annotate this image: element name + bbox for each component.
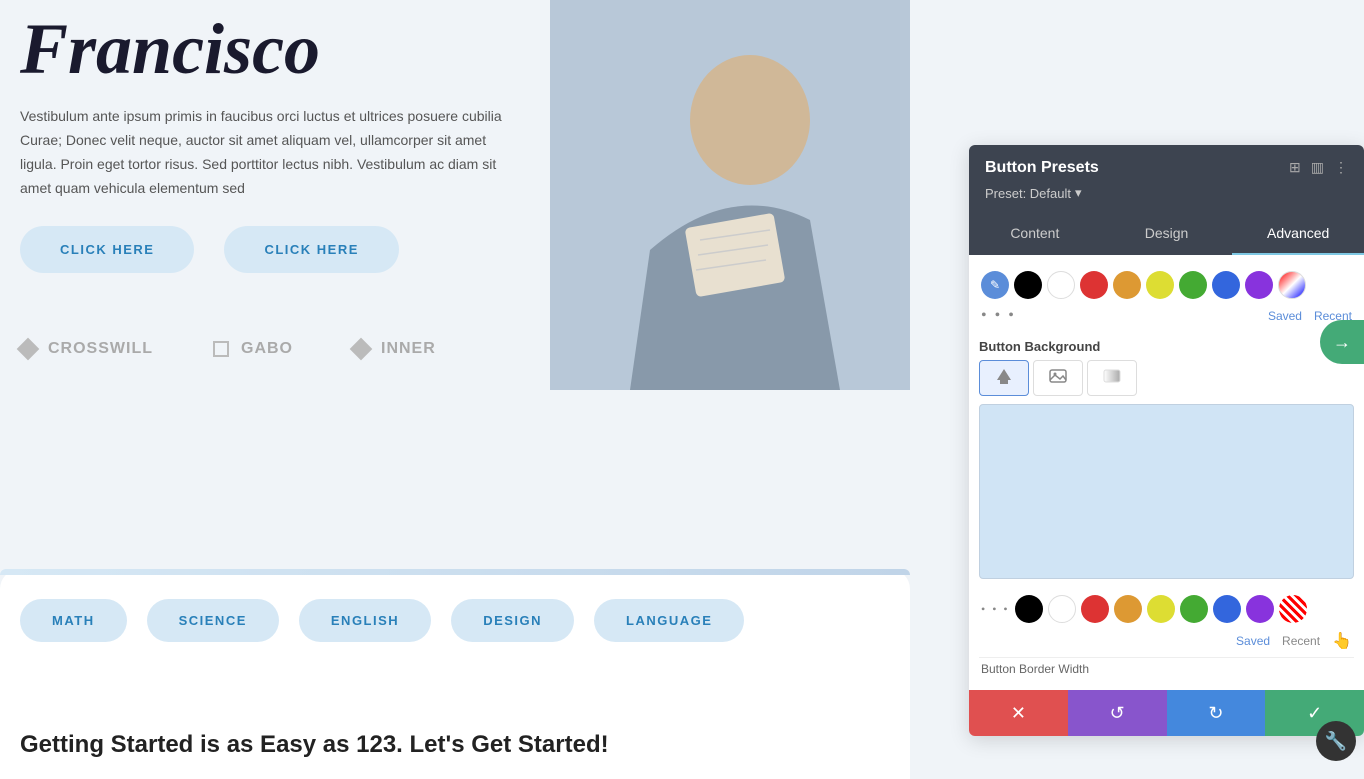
color-red-bottom[interactable] [1081, 595, 1109, 623]
color-red-top[interactable] [1080, 271, 1108, 299]
color-green-top[interactable] [1179, 271, 1207, 299]
gradient-icon [1102, 366, 1122, 391]
cancel-btn[interactable]: ✕ [969, 690, 1068, 736]
logo-inner-text: INNER [381, 340, 436, 358]
color-purple-top[interactable] [1245, 271, 1273, 299]
undo-btn[interactable]: ↺ [1068, 690, 1167, 736]
panel-title: Button Presets [985, 159, 1099, 177]
saved-label-top[interactable]: Saved [1268, 309, 1302, 323]
saved-recent-labels-bottom: Saved Recent 👆 [1236, 631, 1352, 651]
logo-crosswill: CROSSWILL [20, 340, 153, 358]
more-icon[interactable]: ⋮ [1334, 160, 1348, 177]
tags-container: MATH SCIENCE ENGLISH DESIGN LANGUAGE [0, 575, 910, 666]
saved-recent-bottom-row: Saved Recent 👆 [979, 629, 1354, 657]
bg-fill-btn[interactable] [979, 360, 1029, 396]
panel-bottom-bar: ✕ ↺ ↻ ✓ [969, 690, 1364, 736]
wrench-settings-btn[interactable]: 🔧 [1316, 721, 1356, 761]
tag-math[interactable]: MATH [20, 599, 127, 642]
logos-row: CROSSWILL GABO INNER [20, 340, 436, 358]
button-presets-panel: Button Presets ⊞ ▥ ⋮ Preset: Default ▾ C… [969, 145, 1364, 736]
edit-pencil-icon: ✎ [990, 278, 1000, 293]
logo-diamond-1 [17, 338, 40, 361]
panel-header: Button Presets ⊞ ▥ ⋮ Preset: Default ▾ [969, 145, 1364, 213]
cursor-hand-icon: 👆 [1332, 631, 1352, 651]
dots-bottom-btn[interactable]: • • • [981, 602, 1010, 617]
color-preview-box [979, 404, 1354, 579]
color-blue-bottom[interactable] [1213, 595, 1241, 623]
click-here-button-2[interactable]: CLICK HERE [224, 226, 398, 273]
color-yellow-bottom[interactable] [1147, 595, 1175, 623]
tags-row: MATH SCIENCE ENGLISH DESIGN LANGUAGE [20, 589, 890, 652]
tab-advanced[interactable]: Advanced [1232, 213, 1364, 255]
bottom-section: MATH SCIENCE ENGLISH DESIGN LANGUAGE Get… [0, 569, 910, 779]
color-yellow-top[interactable] [1146, 271, 1174, 299]
color-white-bottom[interactable] [1048, 595, 1076, 623]
border-width-label-hint: Button Border Width [979, 657, 1354, 680]
bg-type-row [979, 360, 1354, 396]
tag-language[interactable]: LANGUAGE [594, 599, 744, 642]
color-orange-top[interactable] [1113, 271, 1141, 299]
panel-title-row: Button Presets ⊞ ▥ ⋮ [985, 159, 1348, 177]
logo-square-1 [213, 341, 229, 357]
bottom-color-row: • • • [979, 589, 1354, 629]
redo-icon: ↻ [1208, 703, 1223, 724]
color-blue-top[interactable] [1212, 271, 1240, 299]
panel-header-icons: ⊞ ▥ ⋮ [1289, 160, 1348, 177]
color-orange-bottom[interactable] [1114, 595, 1142, 623]
bg-section-label: Button Background [979, 331, 1354, 360]
saved-recent-top-row: • • • Saved Recent [979, 305, 1354, 331]
color-purple-bottom[interactable] [1246, 595, 1274, 623]
cancel-icon: ✕ [1011, 703, 1026, 724]
panel-body: ✎ • • • Saved Recent Button Background [969, 255, 1364, 690]
fab-arrow-btn[interactable]: → [1320, 320, 1364, 364]
tag-design[interactable]: DESIGN [451, 599, 574, 642]
wrench-icon: 🔧 [1325, 731, 1347, 752]
color-multicolor-top[interactable] [1278, 271, 1306, 299]
saved-label-bottom[interactable]: Saved [1236, 634, 1270, 648]
logo-diamond-2 [350, 338, 373, 361]
preset-label: Preset: Default [985, 186, 1071, 201]
getting-started-text: Getting Started is as Easy as 123. Let's… [20, 731, 609, 759]
color-black-bottom[interactable] [1015, 595, 1043, 623]
panel-tabs: Content Design Advanced [969, 213, 1364, 255]
arrow-right-icon: → [1333, 332, 1351, 353]
expand-icon[interactable]: ⊞ [1289, 160, 1301, 177]
tab-content[interactable]: Content [969, 213, 1101, 255]
hero-image-svg [550, 0, 910, 390]
logo-gabo: GABO [213, 340, 293, 358]
color-green-bottom[interactable] [1180, 595, 1208, 623]
redo-btn[interactable]: ↻ [1167, 690, 1266, 736]
edit-color-btn[interactable]: ✎ [981, 271, 1009, 299]
logo-inner: INNER [353, 340, 436, 358]
color-white-top[interactable] [1047, 271, 1075, 299]
click-here-button-1[interactable]: CLICK HERE [20, 226, 194, 273]
check-icon: ✓ [1307, 703, 1322, 724]
preset-dropdown-arrow[interactable]: ▾ [1075, 185, 1082, 201]
undo-icon: ↺ [1110, 703, 1125, 724]
bg-gradient-btn[interactable] [1087, 360, 1137, 396]
columns-icon[interactable]: ▥ [1311, 160, 1324, 177]
hero-image-bg [550, 0, 910, 390]
color-striped-bottom[interactable] [1279, 595, 1307, 623]
top-color-row: ✎ [979, 265, 1354, 305]
hero-text: Vestibulum ante ipsum primis in faucibus… [0, 89, 540, 216]
dots-top-btn[interactable]: • • • [981, 307, 1016, 325]
main-content: Francisco Vestibulum ante ipsum primis i… [0, 0, 910, 779]
color-black-top[interactable] [1014, 271, 1042, 299]
tag-science[interactable]: SCIENCE [147, 599, 279, 642]
logo-gabo-text: GABO [241, 340, 293, 358]
recent-label-bottom[interactable]: Recent [1282, 634, 1320, 648]
logo-crosswill-text: CROSSWILL [48, 340, 153, 358]
tag-english[interactable]: ENGLISH [299, 599, 431, 642]
image-icon [1048, 366, 1068, 391]
preset-row: Preset: Default ▾ [985, 181, 1348, 213]
fill-icon [994, 366, 1014, 391]
bg-image-btn[interactable] [1033, 360, 1083, 396]
tab-design[interactable]: Design [1101, 213, 1233, 255]
